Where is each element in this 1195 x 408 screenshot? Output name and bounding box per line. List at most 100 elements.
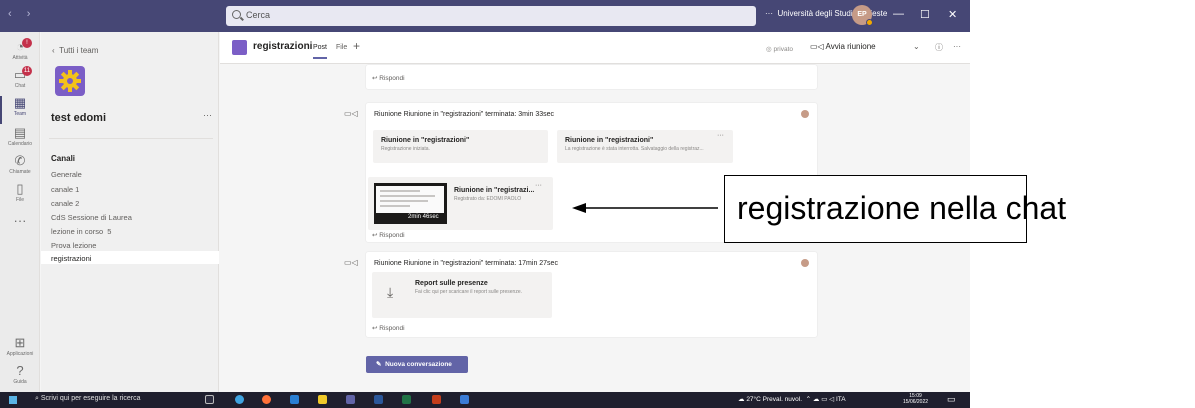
reply-button[interactable]: ↩ Rispondi [372, 231, 405, 239]
recording-card[interactable]: 2min 46sec Riunione in "registrazi... Re… [368, 177, 553, 230]
rail-label: Chiamate [9, 169, 31, 175]
close-icon[interactable]: ✕ [948, 8, 957, 21]
pdf-icon[interactable] [432, 395, 441, 404]
channel-label: canale 1 [51, 185, 80, 194]
channel-cds[interactable]: CdS Sessione di Laurea [41, 210, 219, 223]
recording-started-card[interactable]: Riunione in "registrazioni" Registrazion… [373, 130, 548, 163]
maximize-icon[interactable]: ☐ [920, 8, 930, 21]
meeting-icon: ▭◁ [344, 258, 358, 267]
channel-canale-2[interactable]: canale 2 [41, 196, 219, 209]
meeting-post-2: Riunione Riunione in "registrazioni" ter… [366, 252, 817, 337]
history-nav[interactable]: ‹ › [8, 8, 36, 20]
rail-files[interactable]: ▯ File [0, 181, 40, 204]
rail-chat[interactable]: ▭ Chat 11 [0, 66, 40, 89]
start-meeting-label: Avvia riunione [825, 42, 876, 51]
team-more-icon[interactable]: ··· [203, 110, 212, 120]
windows-start-icon[interactable] [9, 396, 17, 404]
word-icon[interactable] [374, 395, 383, 404]
privacy-text: privato [773, 46, 793, 53]
rail-apps[interactable]: ⊞ Applicazioni [0, 335, 40, 358]
recording-title: Riunione in "registrazi... [454, 187, 535, 194]
start-meeting-button[interactable]: ▭◁ Avvia riunione [810, 42, 876, 51]
channel-label: registrazioni [51, 254, 92, 263]
channel-label: lezione in corso [51, 227, 104, 236]
profile-avatar[interactable]: EP [852, 5, 873, 26]
previous-post: ↩ Rispondi [366, 65, 817, 89]
avatar-initials: EP [857, 11, 867, 18]
rail-label: File [15, 197, 25, 203]
back-to-teams[interactable]: ‹ Tutti i team [52, 46, 98, 55]
channel-generale[interactable]: Generale [41, 167, 219, 180]
notification-badge: ! [22, 38, 32, 48]
channel-label: Generale [51, 170, 82, 179]
photos-icon[interactable] [460, 395, 469, 404]
channel-registrazioni[interactable]: registrazioni [41, 251, 219, 264]
meeting-dropdown-icon[interactable]: ⌄ [913, 42, 920, 51]
taskbar-search-text: Scrivi qui per eseguire la ricerca [40, 395, 141, 402]
explorer-icon[interactable] [318, 395, 327, 404]
app-rail: ◔ Attività! ▭ Chat 11 ▦ Team ▤ Calendario ✆ Ch… [0, 32, 40, 392]
live-count: 5 [107, 227, 112, 236]
excel-icon[interactable] [402, 395, 411, 404]
taskbar-search[interactable]: ⌕ Scrivi qui per eseguire la ricerca [35, 395, 140, 403]
reply-button[interactable]: ↩ Rispondi [372, 74, 405, 82]
recording-stopped-card[interactable]: Riunione in "registrazioni" La registraz… [557, 130, 733, 163]
info-icon[interactable]: ⓘ [935, 42, 943, 53]
file-icon: ▯ [16, 181, 24, 196]
edge-icon[interactable] [235, 395, 244, 404]
channels-heading: Canali [51, 154, 76, 163]
firefox-icon[interactable] [262, 395, 271, 404]
channel-logo [232, 40, 247, 55]
channel-canale-1[interactable]: canale 1 [41, 182, 219, 195]
rail-calendar[interactable]: ▤ Calendario [0, 126, 40, 148]
channel-label: CdS Sessione di Laurea [51, 213, 132, 222]
search-icon [232, 10, 241, 19]
recording-more-icon[interactable]: ··· [535, 182, 542, 189]
channel-label: canale 2 [51, 199, 80, 208]
meeting-icon: ▭◁ [344, 109, 358, 118]
channel-lezione-in-corso[interactable]: lezione in corso 5 [41, 224, 219, 237]
divider [49, 138, 213, 139]
reply-button[interactable]: ↩ Rispondi [372, 324, 405, 332]
task-view-icon[interactable] [205, 395, 214, 404]
minimize-icon[interactable]: — [893, 8, 904, 20]
rail-activity[interactable]: ◔ Attività! [0, 38, 40, 61]
recording-author: Registrato da: EDOMI PAOLO [454, 196, 522, 202]
rail-more[interactable]: ··· [0, 214, 40, 228]
clock-date: 15/06/2022 [903, 399, 929, 405]
reply-label: Rispondi [379, 232, 405, 239]
annotation-arrow [572, 203, 718, 213]
rail-teams[interactable]: ▦ Team [0, 95, 40, 124]
card-subtitle: Registrazione iniziata. [381, 146, 430, 152]
channel-prova-lezione[interactable]: Prova lezione [41, 238, 219, 251]
tab-post[interactable]: Post [313, 44, 328, 59]
help-icon: ? [16, 363, 24, 378]
annotation-callout: registrazione nella chat [724, 175, 1066, 243]
team-panel: ‹ Tutti i team test edomi ··· Canali Gen… [41, 32, 219, 392]
weather-widget[interactable]: ☁ 27°C Preval. nuvol. ⌃ ☁ ▭ ◁ ITA [738, 395, 846, 403]
outlook-icon[interactable] [290, 395, 299, 404]
rail-label: Attività [12, 55, 28, 61]
new-conversation-button[interactable]: ✎ Nuova conversazione [366, 356, 468, 373]
teams-icon: ▦ [13, 95, 27, 110]
phone-icon: ✆ [14, 153, 26, 168]
rail-help[interactable]: ? Guida [0, 363, 40, 386]
card-more-icon[interactable]: ··· [717, 132, 724, 139]
rail-label: Team [13, 111, 27, 117]
add-tab-icon[interactable]: + [353, 39, 360, 53]
team-avatar [55, 66, 85, 96]
video-icon: ▭◁ [810, 42, 824, 51]
recording-thumbnail[interactable]: 2min 46sec [374, 183, 447, 224]
notification-center-icon[interactable]: ▭ [947, 394, 956, 405]
thumbnail-screen [376, 186, 444, 213]
teams-taskbar-icon[interactable] [346, 395, 355, 404]
clock[interactable]: 15:09 15/06/2022 [903, 393, 928, 405]
channel-more-icon[interactable]: ··· [953, 42, 961, 51]
rail-calls[interactable]: ✆ Chiamate [0, 153, 40, 176]
rail-label: Applicazioni [6, 351, 34, 357]
apps-icon: ⊞ [14, 335, 26, 350]
attendance-report-card[interactable]: ⤓ Report sulle presenze Fai clic qui per… [372, 272, 552, 318]
meeting-ended-title: Riunione Riunione in "registrazioni" ter… [374, 111, 555, 118]
search-input[interactable]: Cerca [226, 6, 756, 26]
tab-file[interactable]: File [336, 44, 347, 51]
